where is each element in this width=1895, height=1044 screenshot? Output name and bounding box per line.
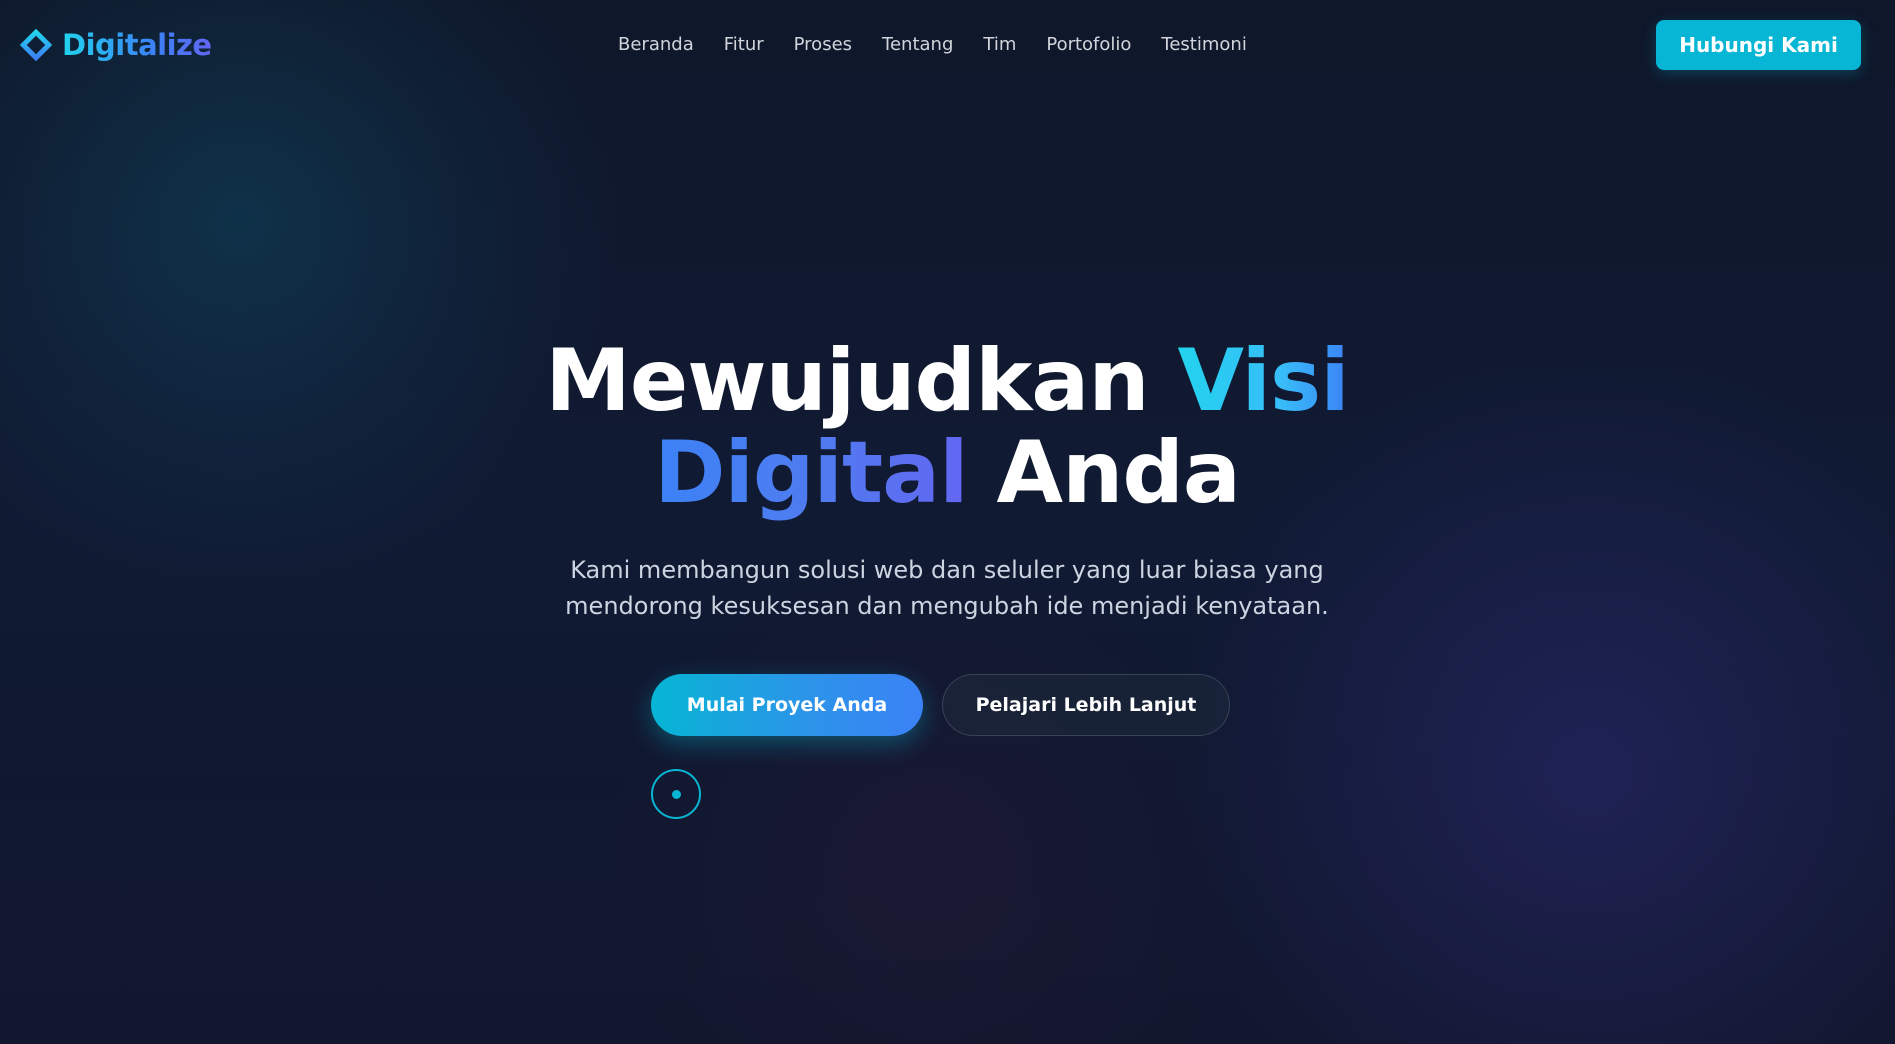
- headline-highlight-visi: Visi: [1177, 331, 1350, 431]
- scroll-dot: [671, 789, 681, 799]
- start-project-button[interactable]: Mulai Proyek Anda: [651, 674, 923, 736]
- learn-more-button[interactable]: Pelajari Lebih Lanjut: [942, 674, 1230, 736]
- hero-section: Mewujudkan Visi Digital Anda Kami memban…: [0, 0, 1895, 1044]
- headline-highlight-digital: Digital: [654, 423, 969, 523]
- headline-word-mewujudkan: Mewujudkan: [545, 331, 1149, 431]
- subtitle-line-2: mendorong kesuksesan dan mengubah ide me…: [565, 592, 1329, 620]
- headline-word-anda: Anda: [996, 423, 1241, 523]
- scroll-indicator-icon[interactable]: [651, 769, 701, 819]
- subtitle-line-1: Kami membangun solusi web dan seluler ya…: [570, 556, 1324, 584]
- headline-line-2: Digital Anda: [347, 427, 1547, 519]
- headline-line-1: Mewujudkan Visi: [347, 335, 1547, 427]
- hero-subtitle: Kami membangun solusi web dan seluler ya…: [497, 552, 1397, 624]
- hero-headline: Mewujudkan Visi Digital Anda: [347, 335, 1547, 519]
